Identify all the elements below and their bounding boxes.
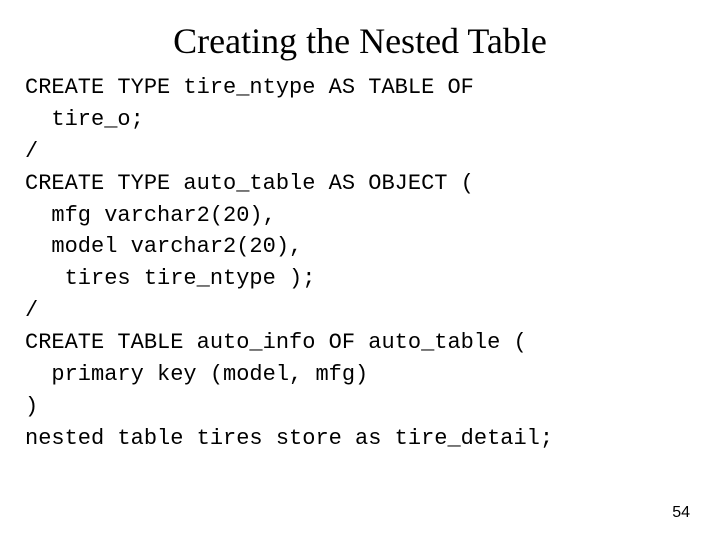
page-number: 54 — [672, 504, 690, 522]
slide-title: Creating the Nested Table — [25, 20, 695, 62]
code-block: CREATE TYPE tire_ntype AS TABLE OF tire_… — [25, 72, 695, 455]
